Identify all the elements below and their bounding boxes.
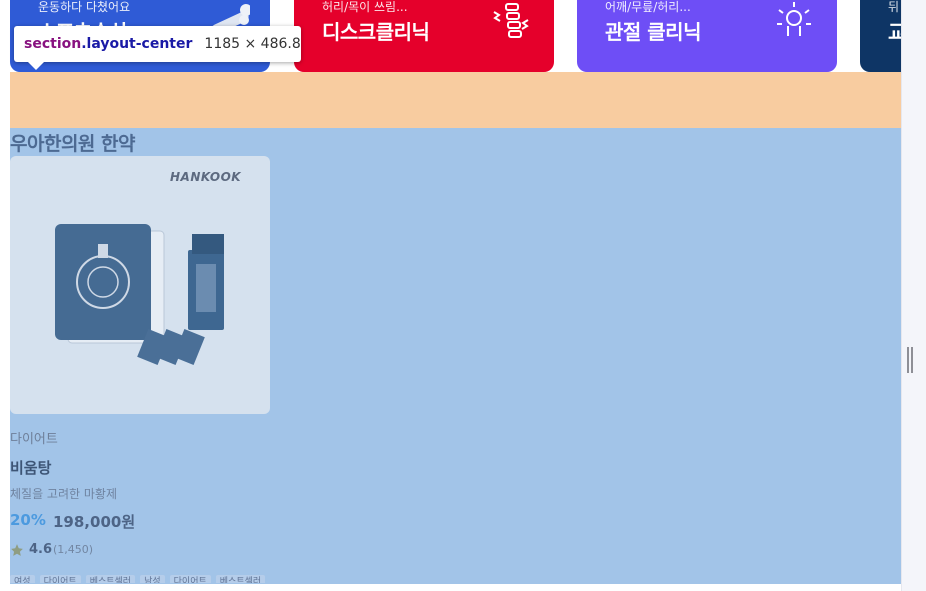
banner-card-partial[interactable]: 뒤 교 (860, 0, 901, 72)
page-bottom (0, 584, 901, 591)
section-title: 우아한의원 한약 (10, 133, 135, 155)
banner-subtitle: 뒤 (888, 0, 900, 14)
product-description: 체질을 고려한 마황제 (10, 487, 117, 501)
review-count: (1,450) (53, 543, 94, 556)
panel-resize-handle[interactable] (907, 347, 913, 373)
star-icon (11, 544, 23, 556)
tag[interactable]: 다이어트 (39, 575, 81, 583)
tag-list: 여성 다이어트 베스트셀러 남성 다이어트 베스트셀러 (10, 569, 270, 583)
product-category: 다이어트 (10, 432, 58, 447)
tag[interactable]: 베스트셀러 (215, 575, 266, 583)
tooltip-class: .layout-center (81, 36, 193, 52)
tag[interactable]: 여성 (10, 575, 35, 583)
joint-icon (777, 2, 811, 36)
tag[interactable]: 베스트셀러 (85, 575, 136, 583)
highlight-margin (10, 72, 901, 128)
product-price: 198,000원 (53, 513, 136, 531)
banner-disc-clinic[interactable]: 허리/목이 쓰림... 디스크클리닉 (294, 0, 554, 72)
tooltip-tag: section (24, 36, 82, 52)
banner-subtitle: 허리/목이 쓰림... (322, 0, 408, 14)
product-box-illustration (55, 224, 224, 366)
banner-joint-clinic[interactable]: 어깨/무릎/허리... 관절 클리닉 (577, 0, 837, 72)
banner-subtitle: 운동하다 다쳤어요 (38, 0, 131, 14)
tooltip-dimensions: 1185 × 486.8 (204, 36, 301, 52)
banner-subtitle: 어깨/무릎/허리... (605, 0, 691, 14)
banner-title: 디스크클리닉 (322, 20, 430, 44)
discount-rate: 20% (10, 511, 46, 529)
rating-score: 4.6 (29, 542, 53, 557)
banner-title: 관절 클리닉 (605, 20, 701, 44)
product-name[interactable]: 비움탕 (10, 457, 51, 478)
product-image[interactable]: HANKOOK (10, 156, 270, 414)
banner-title: 교 (888, 20, 901, 44)
tag[interactable]: 다이어트 (169, 575, 211, 583)
spine-icon (493, 3, 529, 38)
tooltip-arrow (28, 62, 44, 70)
devtools-element-tooltip: section .layout-center 1185 × 486.8 (14, 26, 301, 62)
tag[interactable]: 남성 (140, 575, 165, 583)
devtools-panel-edge (901, 0, 926, 591)
brand-logo: HANKOOK (170, 170, 242, 184)
page: 운동하다 다쳤어요 스포츠손상 허리/목이 쓰림... 디스크클리닉 어깨/무릎… (0, 0, 901, 591)
